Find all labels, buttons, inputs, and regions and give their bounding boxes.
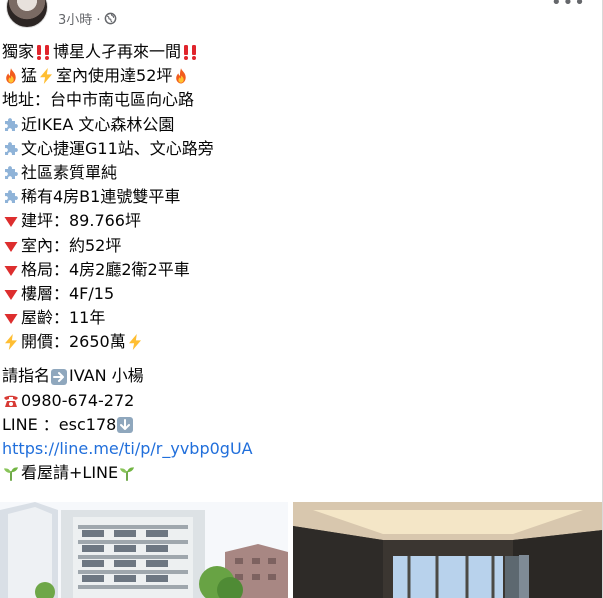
indoor-highlight-text: 室內使用達52坪: [56, 66, 173, 86]
feature-ikea: 近IKEA 文心森林公園: [2, 113, 600, 137]
timestamp-text[interactable]: 3小時 ·: [58, 9, 101, 28]
lightning-icon: [126, 333, 144, 351]
feature-text: 社區素質單純: [21, 162, 118, 182]
price-text: 開價：2650萬: [21, 332, 126, 352]
puzzle-piece-icon: [2, 140, 20, 158]
red-triangle-icon: [2, 212, 20, 230]
fire-icon: [172, 67, 190, 85]
puzzle-piece-icon: [2, 116, 20, 134]
line-url-link[interactable]: https://line.me/ti/p/r_yvbp0gUA: [2, 437, 253, 461]
interior-photo-image: [293, 502, 603, 598]
cta-text: 看屋請+LINE: [21, 463, 119, 483]
feature-text: 近IKEA 文心森林公園: [21, 114, 175, 134]
spec-layout: 格局：4房2廳2衛2平車: [2, 258, 600, 282]
building-photo-image: [0, 502, 288, 598]
seedling-icon: [118, 464, 136, 482]
highlight-line: 猛 室內使用達52坪: [2, 64, 600, 88]
red-triangle-icon: [2, 237, 20, 255]
feature-text: 稀有4房B1連號雙平車: [21, 187, 181, 207]
interior-photo[interactable]: [293, 502, 603, 598]
lightning-icon: [37, 67, 55, 85]
lightning-icon: [2, 333, 20, 351]
line-id-text: LINE ：esc178: [2, 414, 117, 434]
spec-text: 屋齡：11年: [21, 308, 106, 328]
headline-text: 博星人孑再來一間: [53, 42, 182, 61]
line-id-line: LINE ：esc178: [2, 413, 600, 437]
spec-age: 屋齡：11年: [2, 306, 600, 330]
spec-text: 室內：約52坪: [21, 235, 122, 255]
post-header: 3小時 · •••: [0, 0, 603, 34]
feature-community: 社區素質單純: [2, 161, 600, 185]
post-timestamp[interactable]: 3小時 ·: [58, 9, 117, 28]
globe-icon[interactable]: [104, 12, 117, 25]
spec-floor: 樓層：4F/15: [2, 282, 600, 306]
puzzle-piece-icon: [2, 188, 20, 206]
down-arrow-icon: [116, 416, 134, 434]
spec-building-area: 建坪：89.766坪: [2, 209, 600, 233]
spec-text: 格局：4房2廳2衛2平車: [21, 259, 190, 279]
highlight-text: 猛: [21, 66, 38, 86]
spec-text: 樓層：4F/15: [21, 283, 115, 303]
right-arrow-icon: [50, 368, 68, 386]
feature-parking: 稀有4房B1連號雙平車: [2, 185, 600, 209]
cta-line: 看屋請+LINE: [2, 461, 600, 485]
fire-icon: [2, 67, 20, 85]
agent-line: 請指名 IVAN 小楊: [2, 364, 600, 388]
double-exclamation-icon: [34, 43, 52, 61]
post-photo-grid: [0, 502, 603, 598]
exclusive-text: 獨家: [2, 42, 35, 61]
post-text: 獨家 博星人孑再來一間 猛 室內使用達52坪 地址：台中市南屯區向心路 近IKE…: [2, 40, 600, 485]
feature-mrt: 文心捷運G11站、文心路旁: [2, 137, 600, 161]
red-triangle-icon: [2, 261, 20, 279]
phone-number: 0980-674-272: [21, 390, 135, 410]
phone-line: 0980-674-272: [2, 389, 600, 413]
building-photo[interactable]: [0, 502, 288, 598]
feature-text: 文心捷運G11站、文心路旁: [21, 138, 214, 158]
agent-prefix: 請指名: [2, 366, 51, 386]
agent-name: IVAN 小楊: [69, 366, 144, 386]
red-triangle-icon: [2, 309, 20, 327]
address-line: 地址：台中市南屯區向心路: [2, 88, 600, 112]
avatar[interactable]: [6, 0, 48, 28]
address-text: 地址：台中市南屯區向心路: [2, 90, 195, 110]
spec-indoor: 室內：約52坪: [2, 234, 600, 258]
puzzle-piece-icon: [2, 164, 20, 182]
seedling-icon: [2, 464, 20, 482]
spec-text: 建坪：89.766坪: [21, 211, 141, 231]
red-triangle-icon: [2, 285, 20, 303]
spec-price: 開價：2650萬: [2, 330, 600, 354]
more-options-button[interactable]: •••: [551, 0, 586, 12]
double-exclamation-icon: [181, 43, 199, 61]
exclusive-headline: 獨家 博星人孑再來一間: [2, 40, 600, 64]
line-url-line: https://line.me/ti/p/r_yvbp0gUA: [2, 437, 600, 461]
telephone-icon: [2, 392, 20, 410]
